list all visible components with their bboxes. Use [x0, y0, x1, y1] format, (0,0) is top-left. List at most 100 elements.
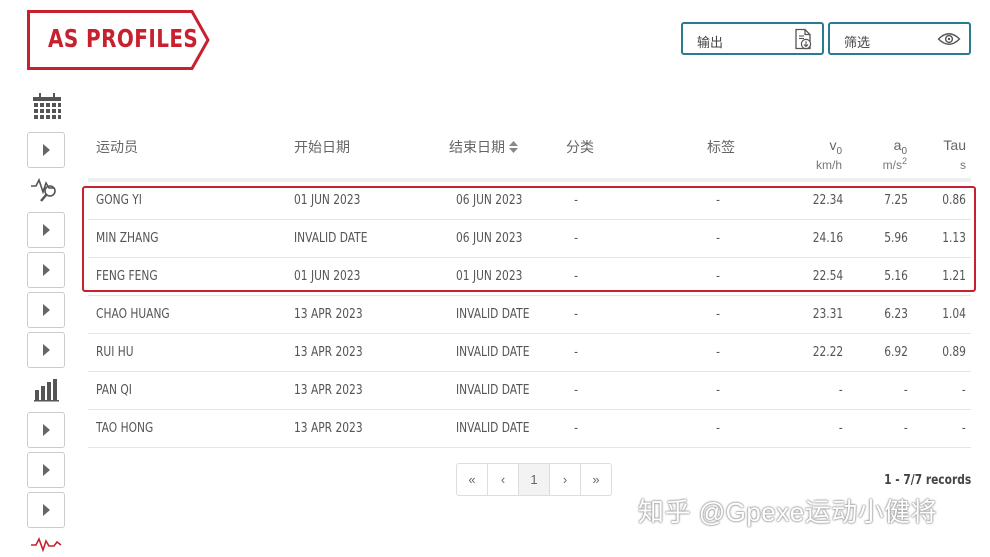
play-icon	[43, 144, 50, 156]
pagination-next[interactable]: ›	[550, 464, 581, 495]
eye-icon	[937, 30, 961, 53]
heartbeat-search-icon[interactable]	[30, 177, 62, 210]
col-header-v0[interactable]: v0	[829, 137, 842, 157]
file-download-icon	[792, 28, 814, 55]
calendar-icon[interactable]	[32, 93, 62, 128]
cell-start-date: 13 APR 2023	[294, 345, 363, 360]
cell-a0: 7.25	[884, 193, 908, 208]
cell-start-date: 01 JUN 2023	[294, 193, 361, 208]
cell-v0: 22.54	[812, 269, 843, 284]
cell-tau: 1.21	[942, 269, 966, 284]
cell-a0: -	[904, 383, 908, 398]
table-row[interactable]: TAO HONG 13 APR 2023 INVALID DATE - - - - -	[88, 410, 971, 448]
play-icon	[43, 424, 50, 436]
col-unit-v0: km/h	[815, 158, 842, 172]
col-unit-a0-label: m/s	[882, 158, 902, 172]
page-title-badge: AS PROFILES	[27, 10, 210, 70]
cell-end-date: INVALID DATE	[456, 383, 530, 398]
cell-athlete: GONG YI	[96, 193, 142, 208]
col-unit-a0-superscript: 2	[901, 156, 907, 166]
col-header-a0[interactable]: a0	[894, 137, 907, 157]
cell-category: -	[574, 421, 578, 436]
cell-tag: -	[716, 193, 720, 208]
cell-tau: 0.89	[942, 345, 966, 360]
table-row[interactable]: CHAO HUANG 13 APR 2023 INVALID DATE - - 23.31…	[88, 296, 971, 334]
cell-athlete: MIN ZHANG	[96, 231, 159, 246]
cell-category: -	[574, 307, 578, 322]
col-header-tag[interactable]: 标签	[707, 137, 735, 157]
pagination-first[interactable]: «	[457, 464, 488, 495]
pagination-last[interactable]: »	[581, 464, 611, 495]
cell-a0: 6.23	[884, 307, 908, 322]
sort-icon	[508, 141, 518, 153]
cell-tag: -	[716, 269, 720, 284]
watermark: 知乎 @Gpexe运动小健将	[638, 497, 938, 527]
play-icon	[43, 224, 50, 236]
cell-end-date: INVALID DATE	[456, 421, 530, 436]
export-button-label: 输出	[697, 35, 724, 50]
cell-tag: -	[716, 307, 720, 322]
col-header-end-date-label: 结束日期	[449, 139, 505, 155]
col-header-start-date[interactable]: 开始日期	[294, 137, 350, 157]
cell-athlete: RUI HU	[96, 345, 134, 360]
cell-athlete: TAO HONG	[96, 421, 154, 436]
cell-v0: -	[839, 383, 843, 398]
cell-end-date: INVALID DATE	[456, 307, 530, 322]
table-row[interactable]: GONG YI 01 JUN 2023 06 JUN 2023 - - 22.34 7.25…	[88, 182, 971, 220]
cell-v0: 22.22	[812, 345, 843, 360]
filter-button[interactable]: 筛选	[828, 22, 971, 55]
cell-a0: -	[904, 421, 908, 436]
cell-end-date: 06 JUN 2023	[456, 193, 523, 208]
cell-start-date: 13 APR 2023	[294, 421, 363, 436]
cell-category: -	[574, 383, 578, 398]
cell-a0: 6.92	[884, 345, 908, 360]
col-header-tau[interactable]: Tau	[943, 137, 966, 153]
play-icon	[43, 304, 50, 316]
page-title: AS PROFILES	[48, 24, 199, 53]
cell-tag: -	[716, 345, 720, 360]
sidebar-expand-button[interactable]	[27, 292, 65, 328]
table-row[interactable]: MIN ZHANG INVALID DATE 06 JUN 2023 - - 24.16 5…	[88, 220, 971, 258]
sidebar-expand-button[interactable]	[27, 332, 65, 368]
cell-tag: -	[716, 383, 720, 398]
play-icon	[43, 504, 50, 516]
pagination: « ‹ 1 › »	[456, 463, 612, 496]
col-unit-tau: s	[960, 158, 966, 172]
play-icon	[43, 264, 50, 276]
col-header-end-date[interactable]: 结束日期	[449, 137, 518, 157]
bar-chart-icon[interactable]	[34, 378, 60, 407]
cell-tag: -	[716, 231, 720, 246]
cell-tau: -	[962, 421, 966, 436]
sidebar-expand-button[interactable]	[27, 132, 65, 168]
cell-v0: 22.34	[812, 193, 843, 208]
cell-athlete: PAN QI	[96, 383, 132, 398]
cell-category: -	[574, 193, 578, 208]
sidebar-expand-button[interactable]	[27, 412, 65, 448]
sidebar-expand-button[interactable]	[27, 492, 65, 528]
table-row[interactable]: PAN QI 13 APR 2023 INVALID DATE - - - - -	[88, 372, 971, 410]
table-row[interactable]: RUI HU 13 APR 2023 INVALID DATE - - 22.22 6.92…	[88, 334, 971, 372]
table-row[interactable]: FENG FENG 01 JUN 2023 01 JUN 2023 - - 22.54 5.…	[88, 258, 971, 296]
cell-tau: 1.13	[942, 231, 966, 246]
cell-start-date: 01 JUN 2023	[294, 269, 361, 284]
cell-v0: 23.31	[812, 307, 843, 322]
filter-button-label: 筛选	[844, 35, 871, 50]
cell-athlete: CHAO HUANG	[96, 307, 170, 322]
cell-tag: -	[716, 421, 720, 436]
cell-start-date: 13 APR 2023	[294, 307, 363, 322]
cell-category: -	[574, 345, 578, 360]
col-header-category[interactable]: 分类	[566, 137, 594, 157]
heartbeat-icon[interactable]	[30, 536, 62, 557]
col-header-athlete[interactable]: 运动员	[96, 137, 138, 157]
sidebar-expand-button[interactable]	[27, 252, 65, 288]
sidebar-expand-button[interactable]	[27, 212, 65, 248]
export-button[interactable]: 输出	[681, 22, 824, 55]
pagination-prev[interactable]: ‹	[488, 464, 519, 495]
sidebar-expand-button[interactable]	[27, 452, 65, 488]
records-count: 1 - 7/7 records	[883, 473, 971, 488]
cell-end-date: INVALID DATE	[456, 345, 530, 360]
cell-category: -	[574, 231, 578, 246]
pagination-page[interactable]: 1	[519, 464, 550, 495]
cell-start-date: 13 APR 2023	[294, 383, 363, 398]
cell-tau: -	[962, 383, 966, 398]
